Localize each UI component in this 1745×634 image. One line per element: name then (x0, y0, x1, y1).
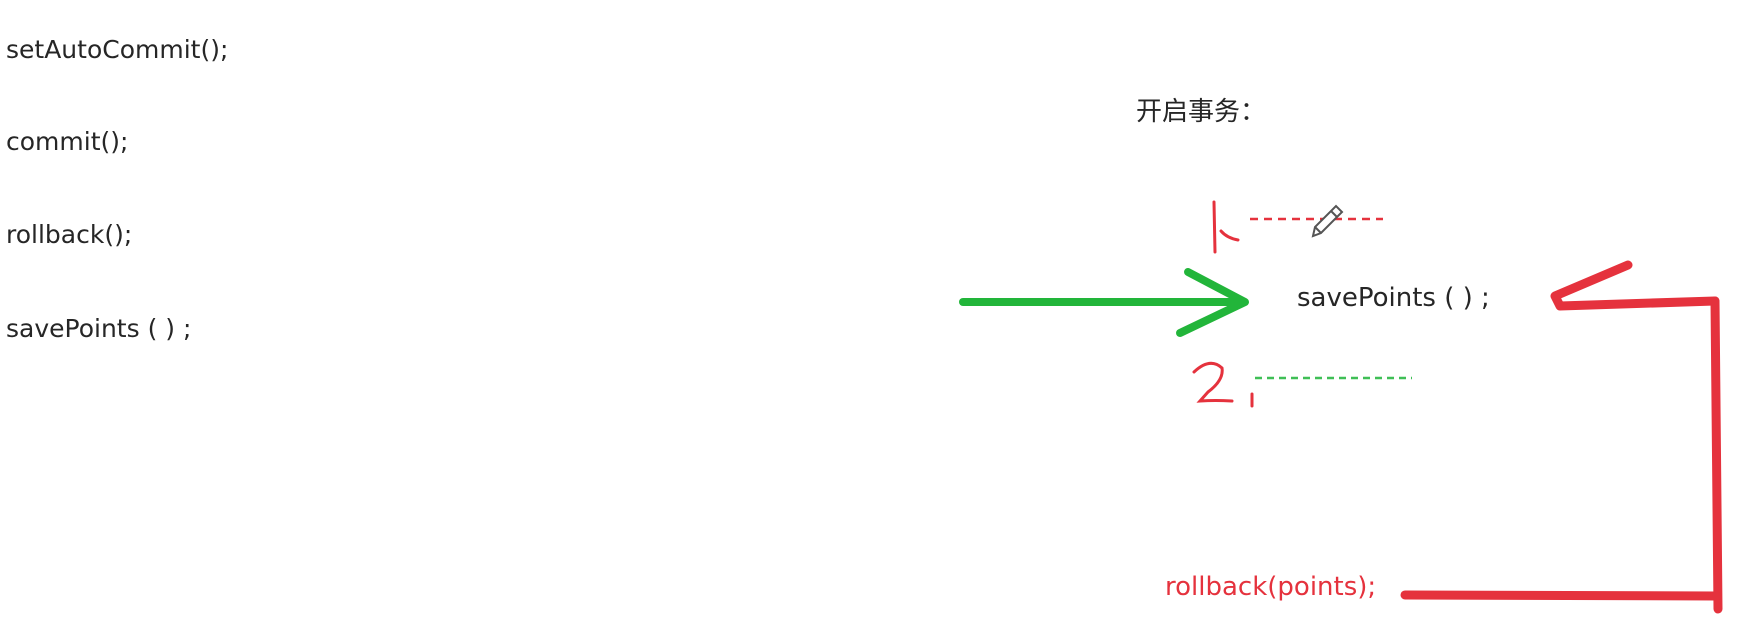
annotation-layer: 1、 2、 (959, 200, 1723, 614)
green-arrow (959, 268, 1249, 337)
step1-mark: 1、 (1212, 200, 1240, 254)
diagram-canvas: setAutoCommit(); commit(); rollback(); s… (0, 0, 1745, 634)
step2-mark: 2、 (1192, 361, 1254, 408)
pencil-icon (1311, 204, 1344, 238)
rollback-arrow (1400, 260, 1723, 614)
